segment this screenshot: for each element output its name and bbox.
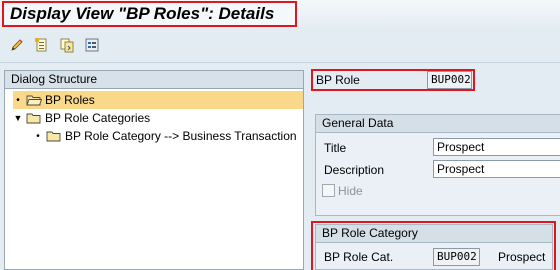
expand-triangle-icon[interactable]: ▼ xyxy=(13,113,23,123)
bp-role-label: BP Role xyxy=(316,73,360,87)
folder-open-icon xyxy=(26,95,42,106)
general-data-title: General Data xyxy=(316,115,560,133)
title-highlight: Display View "BP Roles": Details xyxy=(2,1,297,27)
dialog-structure-header: Dialog Structure xyxy=(5,71,303,89)
tree-item-label: BP Role Category --> Business Transactio… xyxy=(65,129,297,143)
tree-item-role-category-business-transaction[interactable]: • BP Role Category --> Business Transact… xyxy=(33,127,297,145)
bp-role-cat-field[interactable]: BUP002 xyxy=(433,248,480,266)
tree-item-bp-role-categories[interactable]: ▼ BP Role Categories xyxy=(13,109,151,127)
tree-item-label: BP Roles xyxy=(45,93,95,107)
application-toolbar xyxy=(0,31,560,59)
hide-label: Hide xyxy=(338,184,363,198)
tree-item-label: BP Role Categories xyxy=(45,111,151,125)
title-bar: Display View "BP Roles": Details xyxy=(0,0,560,30)
title-label: Title xyxy=(324,141,347,155)
new-entries-icon[interactable] xyxy=(34,37,50,53)
copy-icon[interactable] xyxy=(59,37,75,53)
bullet-icon: • xyxy=(16,94,20,106)
window-title: Display View "BP Roles": Details xyxy=(10,4,275,23)
other-entry-icon[interactable] xyxy=(84,37,100,53)
edit-icon[interactable] xyxy=(9,37,25,53)
folder-icon xyxy=(46,131,61,142)
bullet-icon: • xyxy=(36,130,40,142)
folder-icon xyxy=(26,113,41,124)
dialog-structure-panel: Dialog Structure • BP Roles ▼ BP Role Ca… xyxy=(4,70,304,270)
title-field[interactable]: Prospect xyxy=(433,138,560,156)
bp-role-field[interactable]: BUP002 xyxy=(427,71,472,89)
hide-checkbox[interactable] xyxy=(322,184,335,197)
toolbar-separator xyxy=(0,62,560,63)
tree-item-bp-roles[interactable]: • BP Roles xyxy=(13,91,303,109)
description-label: Description xyxy=(324,163,385,177)
bp-role-cat-text: Prospect xyxy=(498,250,546,264)
description-field[interactable]: Prospect xyxy=(433,160,560,178)
bp-role-cat-label: BP Role Cat. xyxy=(324,250,394,264)
